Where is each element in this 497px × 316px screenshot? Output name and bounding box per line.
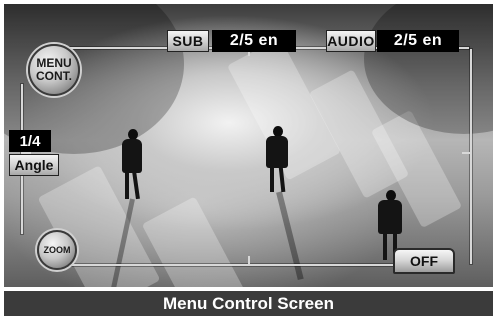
subtitle-label: SUB (167, 30, 209, 52)
audio-value[interactable]: 2/5 en (377, 30, 459, 52)
screen-caption: Menu Control Screen (4, 291, 493, 316)
zoom-button[interactable]: ZOOM (37, 230, 77, 270)
angle-button[interactable]: Angle (9, 154, 59, 176)
background-shadow (364, 4, 493, 134)
off-button[interactable]: OFF (393, 248, 455, 274)
frame-right-line (470, 49, 472, 264)
frame-bottom-line (64, 264, 394, 266)
angle-value: 1/4 (9, 130, 51, 152)
frame-tick (462, 152, 472, 154)
menu-control-label-line2: CONT. (36, 69, 72, 83)
audio-label: AUDIO (326, 30, 376, 52)
subtitle-value[interactable]: 2/5 en (212, 30, 296, 52)
menu-control-button[interactable]: MENU CONT. (28, 44, 80, 96)
frame-tick (248, 256, 250, 264)
